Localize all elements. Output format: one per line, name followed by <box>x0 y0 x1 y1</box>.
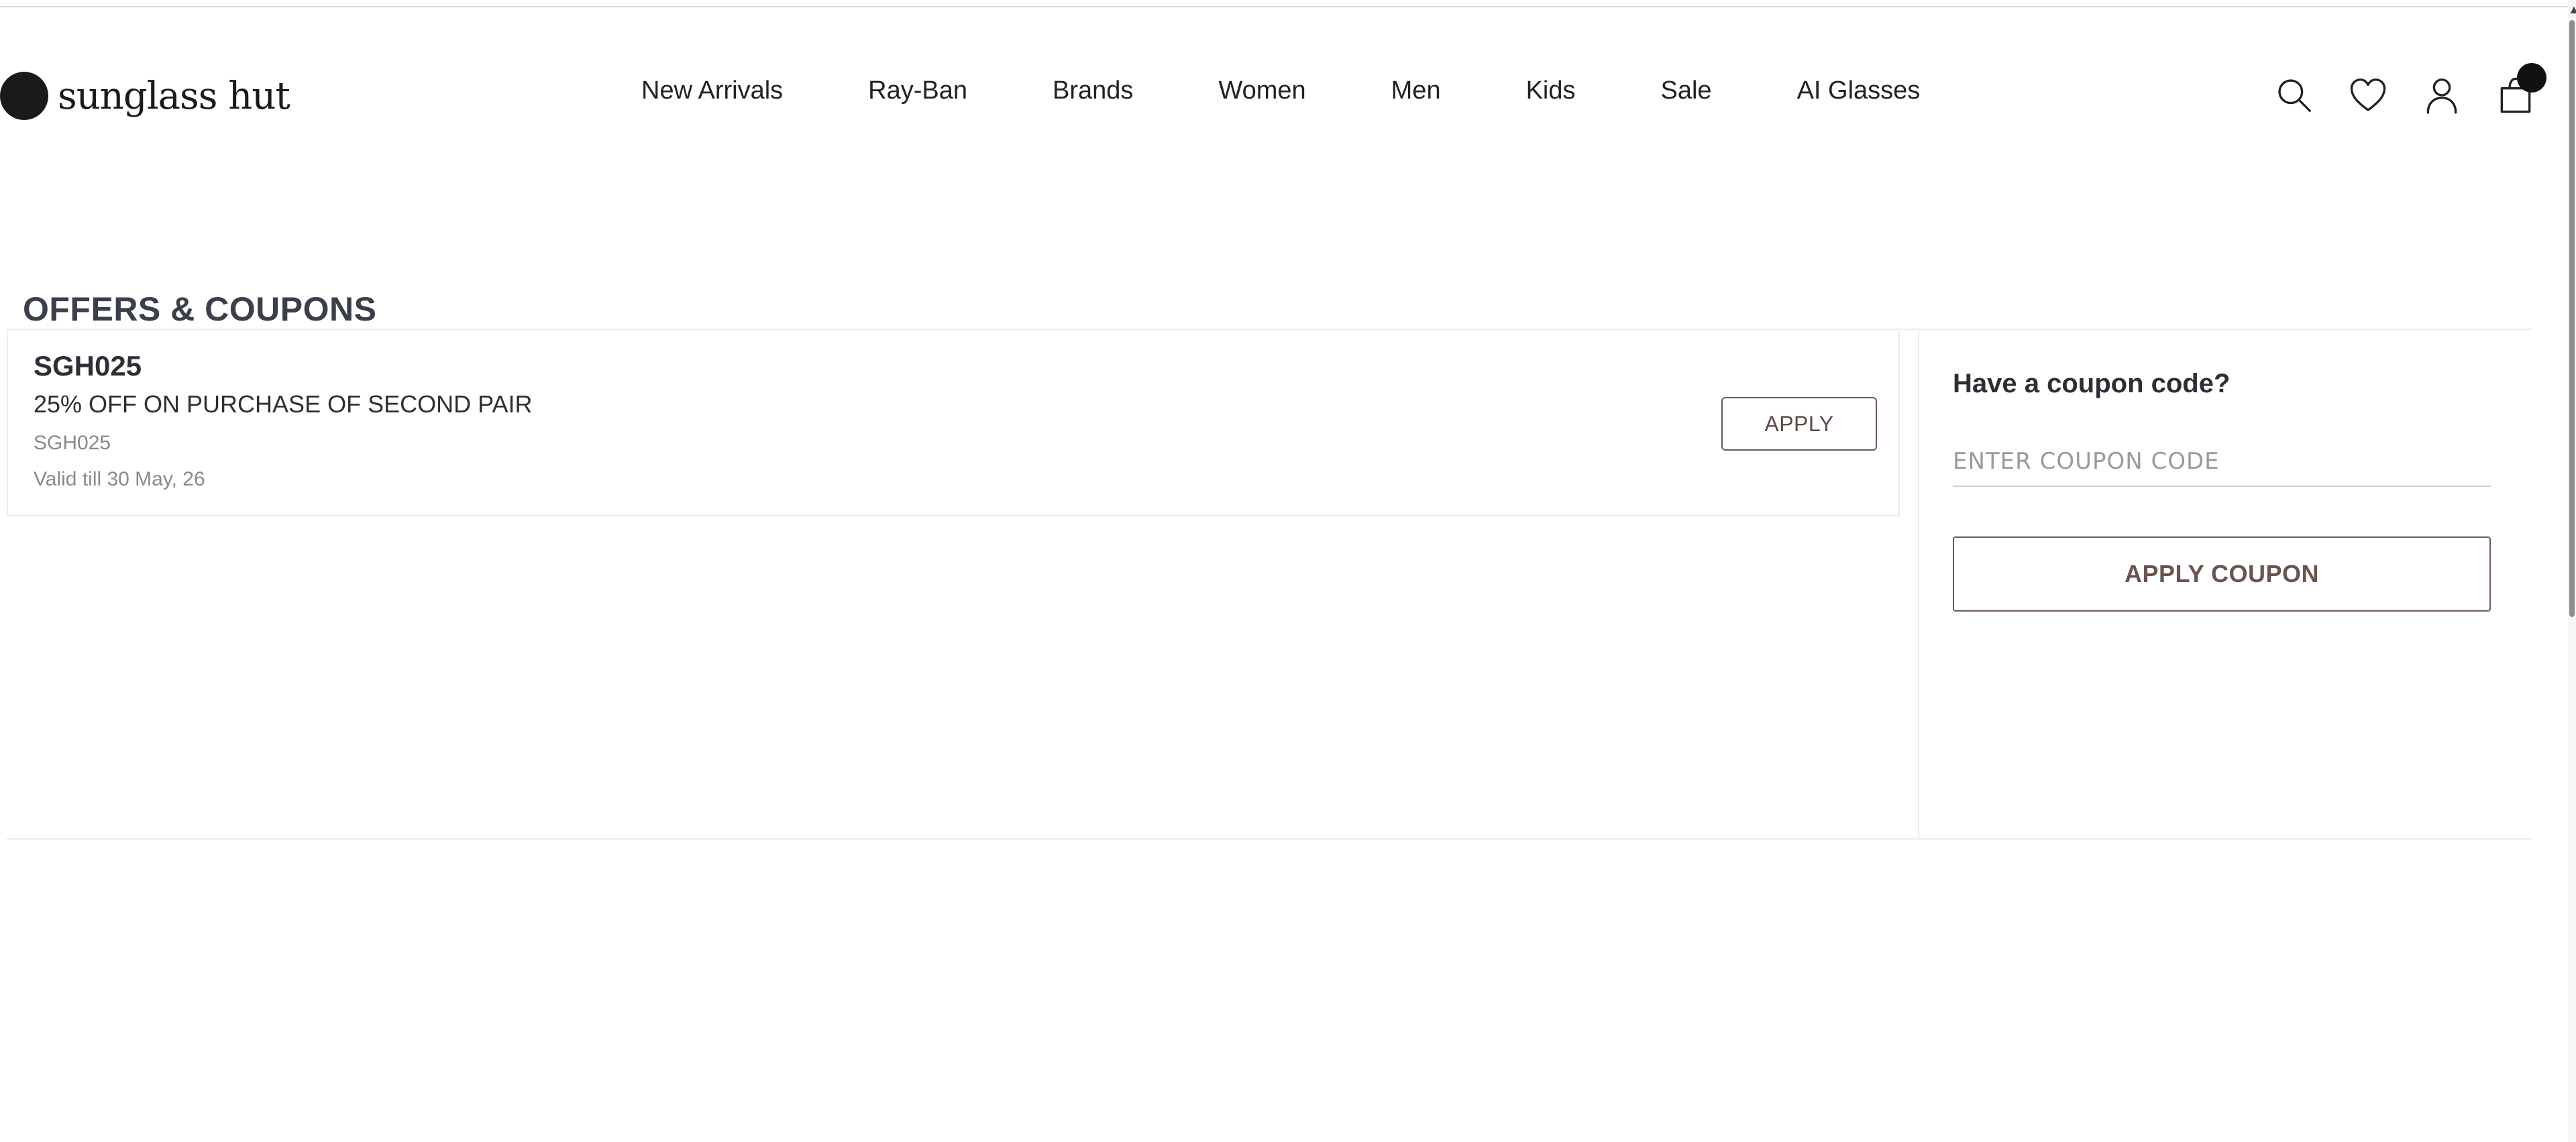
scrollbar-thumb[interactable] <box>2569 20 2575 617</box>
nav-item-ai-glasses[interactable]: AI Glasses <box>1797 76 1921 105</box>
nav-item-new-arrivals[interactable]: New Arrivals <box>641 76 783 105</box>
apply-coupon-button[interactable]: APPLY COUPON <box>1953 536 2491 612</box>
coupon-heading: Have a coupon code? <box>1953 369 2231 398</box>
offer-subcode: SGH025 <box>34 432 111 454</box>
nav-item-men[interactable]: Men <box>1391 76 1441 105</box>
coupon-panel: Have a coupon code? APPLY COUPON <box>1953 330 2503 840</box>
site-logo[interactable]: sunglass hut <box>0 69 290 123</box>
logo-text: sunglass hut <box>58 74 290 118</box>
offer-code: SGH025 <box>34 350 142 382</box>
offers-section: SGH025 25% OFF ON PURCHASE OF SECOND PAI… <box>7 329 2532 840</box>
nav-item-kids[interactable]: Kids <box>1526 76 1576 105</box>
main-nav: New Arrivals Ray-Ban Brands Women Men Ki… <box>641 76 1920 105</box>
site-header: sunglass hut New Arrivals Ray-Ban Brands… <box>0 47 2576 141</box>
nav-item-sale[interactable]: Sale <box>1661 76 1712 105</box>
top-divider <box>0 6 2576 7</box>
nav-item-brands[interactable]: Brands <box>1053 76 1133 105</box>
apply-offer-button[interactable]: APPLY <box>1721 397 1877 451</box>
scroll-up-icon[interactable]: ▲ <box>2568 3 2576 16</box>
offer-validity: Valid till 30 May, 26 <box>34 468 205 490</box>
panel-divider <box>1918 331 1919 840</box>
logo-dot-icon <box>0 72 48 120</box>
offer-description: 25% OFF ON PURCHASE OF SECOND PAIR <box>34 390 533 418</box>
scrollbar[interactable]: ▲ <box>2568 0 2576 1142</box>
header-actions <box>2270 63 2546 119</box>
offer-card: SGH025 25% OFF ON PURCHASE OF SECOND PAI… <box>7 331 1900 516</box>
search-icon[interactable] <box>2270 71 2318 119</box>
heart-icon[interactable] <box>2344 71 2392 119</box>
account-icon[interactable] <box>2418 71 2466 119</box>
bag-icon[interactable] <box>2491 63 2546 119</box>
page: sunglass hut New Arrivals Ray-Ban Brands… <box>0 0 2576 1142</box>
cart-badge <box>2517 63 2546 93</box>
nav-item-women[interactable]: Women <box>1218 76 1305 105</box>
coupon-code-input[interactable] <box>1953 437 2491 487</box>
nav-item-ray-ban[interactable]: Ray-Ban <box>868 76 967 105</box>
page-title: OFFERS & COUPONS <box>23 290 377 328</box>
